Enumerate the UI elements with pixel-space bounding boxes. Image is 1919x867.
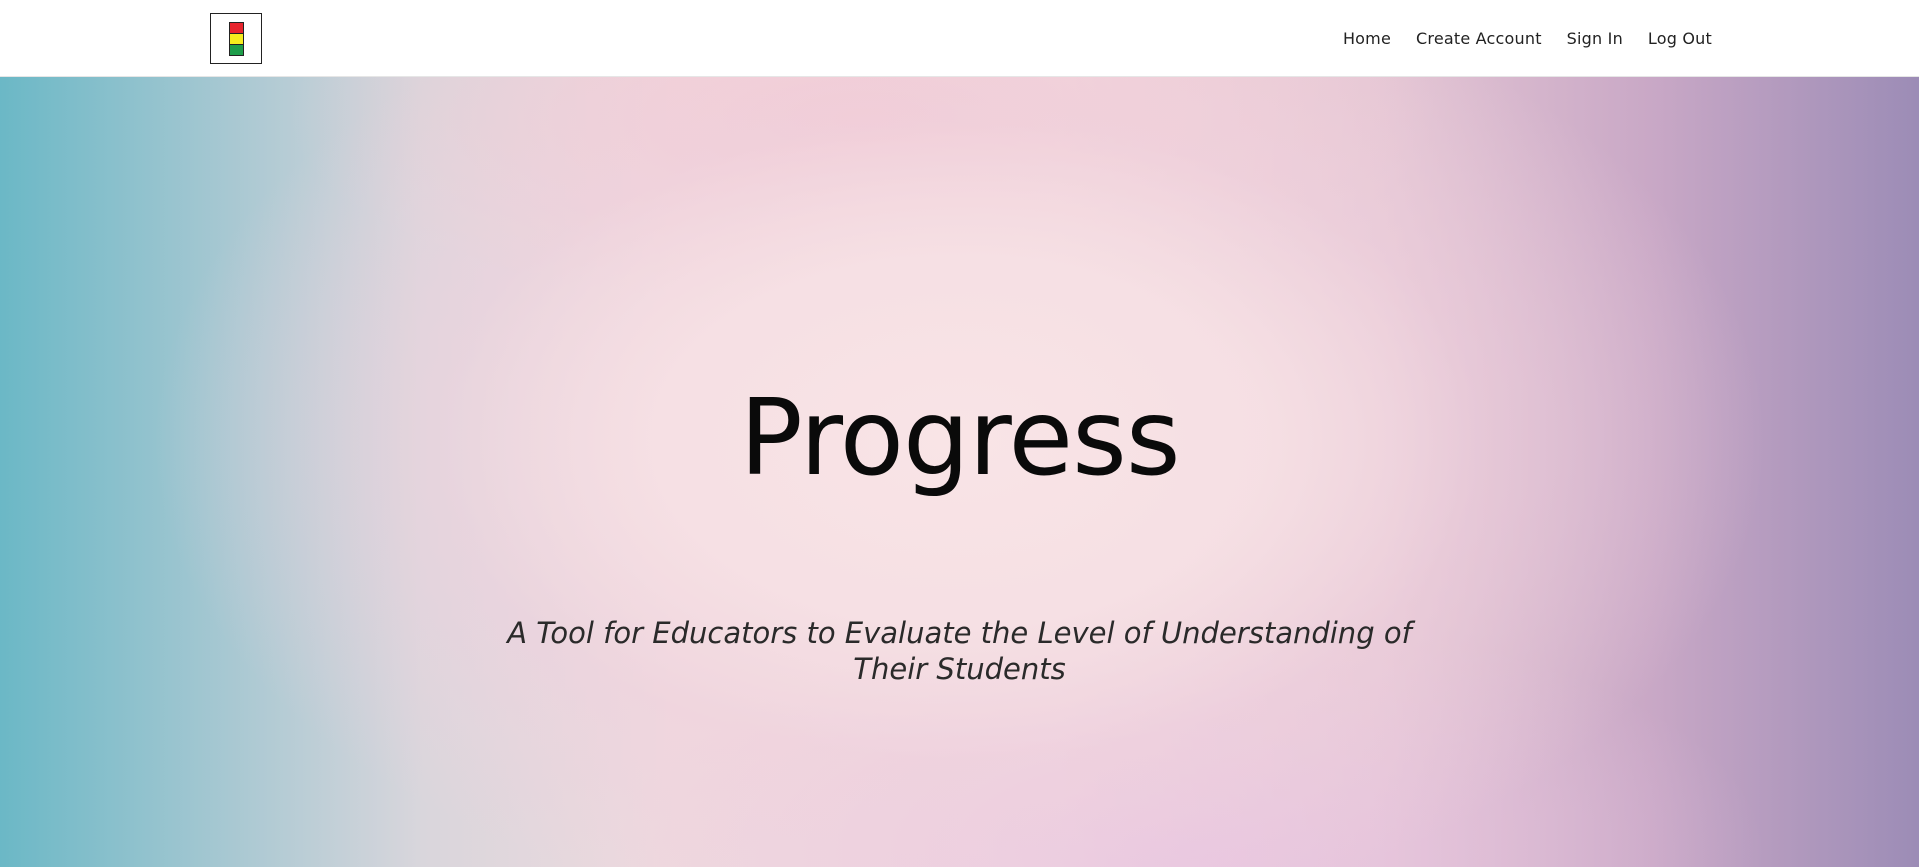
red-lamp — [230, 23, 243, 34]
nav-log-out-link[interactable]: Log Out — [1648, 29, 1712, 48]
logo[interactable] — [210, 13, 262, 64]
nav-home-link[interactable]: Home — [1343, 29, 1391, 48]
hero-section: Progress A Tool for Educators to Evaluat… — [0, 77, 1919, 867]
nav-links: Home Create Account Sign In Log Out — [1343, 0, 1712, 77]
yellow-lamp — [230, 34, 243, 45]
top-navbar: Home Create Account Sign In Log Out — [0, 0, 1919, 77]
nav-sign-in-link[interactable]: Sign In — [1567, 29, 1623, 48]
hero-subtitle: A Tool for Educators to Evaluate the Lev… — [507, 616, 1412, 686]
green-lamp — [230, 45, 243, 55]
traffic-light-icon — [229, 22, 244, 56]
hero-title: Progress — [739, 377, 1180, 499]
nav-create-account-link[interactable]: Create Account — [1416, 29, 1542, 48]
